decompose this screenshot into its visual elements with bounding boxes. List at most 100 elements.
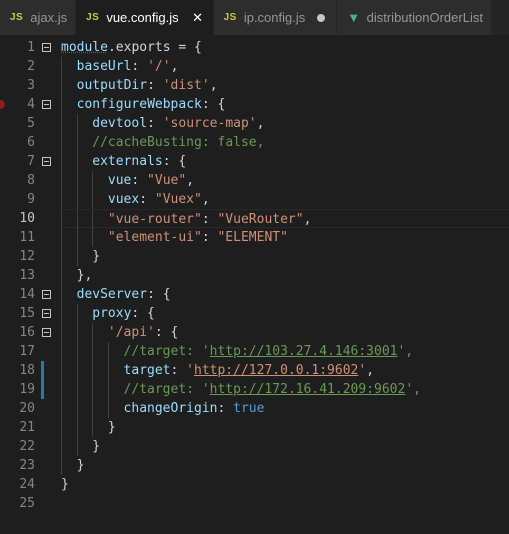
code-content: //cacheBusting: false, xyxy=(92,133,264,152)
code-line[interactable]: 24} xyxy=(0,475,509,494)
code-line[interactable]: 10 "vue-router": "VueRouter", xyxy=(0,209,509,229)
code-text-area[interactable]: //target: 'http://103.27.4.146:3001', xyxy=(61,342,509,361)
fold-collapse-icon[interactable] xyxy=(42,309,51,318)
vue-file-icon: ▼ xyxy=(347,10,361,25)
code-text-area[interactable]: vuex: "Vuex", xyxy=(61,190,509,209)
code-line[interactable]: 18 target: 'http://127.0.0.1:9602', xyxy=(0,361,509,380)
code-text-area[interactable]: } xyxy=(61,437,509,456)
code-line[interactable]: 6 //cacheBusting: false, xyxy=(0,133,509,152)
indent-guide xyxy=(76,399,78,418)
code-token: http://172.16.41.209:9602 xyxy=(209,382,406,397)
code-token: : xyxy=(131,59,148,74)
indent-guide xyxy=(76,418,78,437)
fold-collapse-icon[interactable] xyxy=(42,157,51,166)
indent-guide xyxy=(61,380,62,399)
tab-ip-config-js[interactable]: JS ip.config.js xyxy=(213,0,338,35)
code-text-area[interactable]: '/api': { xyxy=(61,323,509,342)
code-line[interactable]: 22} xyxy=(0,437,509,456)
code-token: "Vue" xyxy=(147,173,187,188)
code-text-area[interactable]: } xyxy=(61,456,509,475)
indent-guide xyxy=(61,266,62,285)
code-token: : xyxy=(201,230,218,245)
code-line[interactable]: 23} xyxy=(0,456,509,475)
code-text-area[interactable]: externals: { xyxy=(61,152,509,171)
code-line[interactable]: 4 configureWebpack: { xyxy=(0,95,509,114)
code-text-area[interactable]: } xyxy=(61,247,509,266)
code-line[interactable]: 15 proxy: { xyxy=(0,304,509,323)
code-text-area[interactable]: } xyxy=(61,418,509,437)
code-content: externals: { xyxy=(92,152,186,171)
indent-guide xyxy=(92,418,94,437)
code-line[interactable]: 1 module.exports = { xyxy=(0,38,509,57)
code-text-area[interactable]: baseUrl: '/', xyxy=(61,57,509,76)
code-content: vuex: "Vuex", xyxy=(108,190,210,209)
code-content: } xyxy=(108,418,116,437)
tab-vue-config-js[interactable]: JS vue.config.js ✕ xyxy=(76,0,214,35)
code-token: '/' xyxy=(147,59,171,74)
code-token: vuex xyxy=(107,192,140,207)
indent-guide xyxy=(92,361,94,380)
code-content: devServer: { xyxy=(77,285,171,304)
indent-guide xyxy=(61,247,62,266)
code-line[interactable]: 9 vuex: "Vuex", xyxy=(0,190,509,209)
code-text-area[interactable]: outputDir: 'dist', xyxy=(61,76,509,95)
code-text-area[interactable]: //target: 'http://172.16.41.209:9602', xyxy=(61,380,509,399)
code-text-area[interactable]: } xyxy=(61,475,509,494)
line-number: 11 xyxy=(19,230,35,245)
code-token: externals xyxy=(92,154,163,169)
tab-distributionOrderList[interactable]: ▼ distributionOrderList xyxy=(337,0,492,35)
code-content: proxy: { xyxy=(92,304,155,323)
line-number: 5 xyxy=(27,116,35,131)
code-line[interactable]: 25 xyxy=(0,494,509,513)
code-text-area[interactable]: changeOrigin: true xyxy=(61,399,509,418)
tab-label: vue.config.js xyxy=(106,10,179,25)
line-number: 15 xyxy=(19,306,35,321)
code-text-area[interactable]: target: 'http://127.0.0.1:9602', xyxy=(61,361,509,380)
code-token: : xyxy=(131,173,148,188)
code-line[interactable]: 2 baseUrl: '/', xyxy=(0,57,509,76)
fold-collapse-icon[interactable] xyxy=(42,328,51,337)
code-editor[interactable]: 1 module.exports = {2 baseUrl: '/', 3 output… xyxy=(0,35,509,534)
fold-collapse-icon[interactable] xyxy=(42,290,51,299)
code-line[interactable]: 12} xyxy=(0,247,509,266)
code-line[interactable]: 21} xyxy=(0,418,509,437)
code-token: , xyxy=(209,78,218,93)
code-token: vue xyxy=(107,173,132,188)
code-line[interactable]: 13}, xyxy=(0,266,509,285)
code-text-area[interactable] xyxy=(61,494,509,513)
code-line[interactable]: 8 vue: "Vue", xyxy=(0,171,509,190)
close-icon[interactable]: ✕ xyxy=(191,10,205,26)
code-token: "element-ui" xyxy=(107,230,202,245)
code-line[interactable]: 20 changeOrigin: true xyxy=(0,399,509,418)
code-text-area[interactable]: proxy: { xyxy=(61,304,509,323)
tab-label: distributionOrderList xyxy=(366,10,483,25)
code-token: //cacheBusting: false, xyxy=(92,135,265,150)
code-text-area[interactable]: "vue-router": "VueRouter", xyxy=(61,209,509,229)
code-text-area[interactable]: "element-ui": "ELEMENT" xyxy=(61,228,509,247)
code-line[interactable]: 5 devtool: 'source-map', xyxy=(0,114,509,133)
code-text-area[interactable]: //cacheBusting: false, xyxy=(61,133,509,152)
code-text-area[interactable]: devServer: { xyxy=(61,285,509,304)
tab-ajax-js[interactable]: JS ajax.js xyxy=(0,0,77,35)
unsaved-dot-icon[interactable] xyxy=(317,13,326,22)
fold-collapse-icon[interactable] xyxy=(42,100,51,109)
fold-collapse-icon[interactable] xyxy=(42,43,51,52)
code-line[interactable]: 7 externals: { xyxy=(0,152,509,171)
code-line[interactable]: 19 //target: 'http://172.16.41.209:9602', xyxy=(0,380,509,399)
code-text-area[interactable]: }, xyxy=(61,266,509,285)
code-line[interactable]: 16 '/api': { xyxy=(0,323,509,342)
code-text-area[interactable]: module.exports = { xyxy=(61,38,509,57)
code-line[interactable]: 14 devServer: { xyxy=(0,285,509,304)
code-token: : { xyxy=(162,154,187,169)
code-line[interactable]: 3 outputDir: 'dist', xyxy=(0,76,509,95)
indent-guide xyxy=(61,57,62,76)
code-token: ', xyxy=(405,382,421,397)
code-text-area[interactable]: devtool: 'source-map', xyxy=(61,114,509,133)
code-line[interactable]: 11 "element-ui": "ELEMENT" xyxy=(0,228,509,247)
code-text-area[interactable]: configureWebpack: { xyxy=(61,95,509,114)
code-token: ', xyxy=(397,344,414,359)
code-text-area[interactable]: vue: "Vue", xyxy=(61,171,509,190)
indent-guide xyxy=(107,342,109,361)
js-file-icon: JS xyxy=(86,12,100,23)
code-line[interactable]: 17 //target: 'http://103.27.4.146:3001', xyxy=(0,342,509,361)
